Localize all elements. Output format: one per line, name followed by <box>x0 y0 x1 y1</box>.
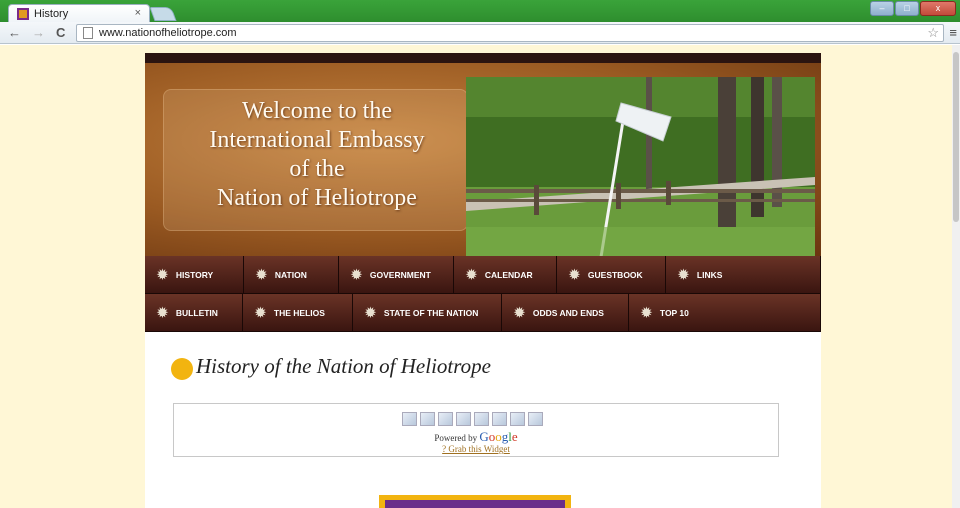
broken-image-icon[interactable] <box>420 412 435 426</box>
nav-item-calendar[interactable]: ✹ CALENDAR <box>454 256 557 294</box>
main-content: History of the Nation of Heliotrope Powe… <box>145 332 821 508</box>
nav-label: GUESTBOOK <box>587 269 643 280</box>
nav-label: CALENDAR <box>484 269 533 280</box>
nav-label: LINKS <box>696 269 723 280</box>
maximize-button[interactable]: □ <box>895 1 919 16</box>
window-controls: – □ x <box>870 1 956 16</box>
nav-row-1: ✹ HISTORY ✹ NATION ✹ GOVERNMENT ✹ CALENDAR ✹… <box>145 256 821 294</box>
nav-label: BULLETIN <box>175 307 218 318</box>
flag-photo <box>466 77 815 265</box>
close-window-button[interactable]: x <box>920 1 956 16</box>
banner-line-2: International Embassy <box>209 127 425 153</box>
nav-item-odds-and-ends[interactable]: ✹ ODDS AND ENDS <box>502 294 629 332</box>
nav-item-history[interactable]: ✹ HISTORY <box>145 256 244 294</box>
back-arrow-icon[interactable]: ← <box>8 25 21 40</box>
google-letter: G <box>479 429 489 444</box>
broken-image-icon[interactable] <box>492 412 507 426</box>
powered-by-google: Powered by Google <box>174 429 778 445</box>
banner-title: Welcome to the International Embassy of … <box>167 97 467 213</box>
broken-image-icon[interactable] <box>510 412 525 426</box>
nav-label: ODDS AND ENDS <box>532 307 604 318</box>
starburst-icon: ✹ <box>569 267 580 282</box>
nav-label: STATE OF THE NATION <box>383 307 479 318</box>
banner-line-4: Nation of Heliotrope <box>217 185 417 211</box>
starburst-icon: ✹ <box>157 305 168 320</box>
banner-line-3: of the <box>289 156 345 182</box>
broken-image-icon[interactable] <box>402 412 417 426</box>
nav-item-the-helios[interactable]: ✹ THE HELIOS <box>243 294 353 332</box>
nav-label: GOVERNMENT <box>369 269 431 280</box>
starburst-icon: ✹ <box>678 267 689 282</box>
nav-label: THE HELIOS <box>273 307 325 318</box>
starburst-icon: ✹ <box>514 305 525 320</box>
address-bar[interactable]: www.nationofheliotrope.com ☆ <box>76 24 944 42</box>
broken-image-icon[interactable] <box>474 412 489 426</box>
bottom-feature-box <box>379 495 571 508</box>
nav-item-government[interactable]: ✹ GOVERNMENT <box>339 256 454 294</box>
nav-label: HISTORY <box>175 269 214 280</box>
nav-item-nation[interactable]: ✹ NATION <box>244 256 339 294</box>
nav-label: NATION <box>274 269 307 280</box>
tab-title: History <box>34 8 69 20</box>
nav-item-top-10[interactable]: ✹ TOP 10 <box>629 294 821 332</box>
broken-image-icon[interactable] <box>528 412 543 426</box>
starburst-icon: ✹ <box>256 267 267 282</box>
powered-by-label: Powered by <box>434 433 478 443</box>
starburst-icon: ✹ <box>365 305 376 320</box>
reload-icon[interactable]: C <box>56 25 65 40</box>
browser-toolbar: ← → C www.nationofheliotrope.com ☆ <box>0 22 960 44</box>
nav-item-links[interactable]: ✹ LINKS <box>666 256 821 294</box>
google-logo: Google <box>479 429 517 444</box>
google-letter: e <box>511 429 518 444</box>
nav-row-2: ✹ BULLETIN ✹ THE HELIOS ✹ STATE OF THE NATI… <box>145 294 821 332</box>
nav-item-state-of-the-nation[interactable]: ✹ STATE OF THE NATION <box>353 294 502 332</box>
sun-bullet-icon <box>171 358 193 380</box>
site-container: Welcome to the International Embassy of … <box>145 53 821 508</box>
minimize-button[interactable]: – <box>870 1 894 16</box>
starburst-icon: ✹ <box>466 267 477 282</box>
browser-menu-icon[interactable]: ≡ <box>949 25 957 40</box>
starburst-icon: ✹ <box>641 305 652 320</box>
nav-label: TOP 10 <box>659 307 689 318</box>
language-flags <box>402 412 543 426</box>
starburst-icon: ✹ <box>351 267 362 282</box>
page-icon <box>83 27 93 39</box>
grab-widget-line: ? Grab this Widget <box>174 444 778 454</box>
window-titlebar: History × – □ x <box>0 0 960 24</box>
banner-line-1: Welcome to the <box>241 98 392 124</box>
bookmark-star-icon[interactable]: ☆ <box>927 25 939 41</box>
broken-image-icon[interactable] <box>438 412 453 426</box>
header-banner: Welcome to the International Embassy of … <box>145 63 821 265</box>
forward-arrow-icon[interactable]: → <box>32 25 45 40</box>
broken-image-icon[interactable] <box>456 412 471 426</box>
main-navigation: ✹ HISTORY ✹ NATION ✹ GOVERNMENT ✹ CALENDAR ✹… <box>145 256 821 332</box>
tab-history[interactable]: History × <box>8 4 150 24</box>
nav-item-guestbook[interactable]: ✹ GUESTBOOK <box>557 256 666 294</box>
top-strip <box>145 53 821 63</box>
nav-item-bulletin[interactable]: ✹ BULLETIN <box>145 294 243 332</box>
bottom-feature-inner <box>385 500 565 508</box>
page-title: History of the Nation of Heliotrope <box>196 354 491 378</box>
url-text[interactable]: www.nationofheliotrope.com <box>99 27 237 39</box>
starburst-icon: ✹ <box>157 267 168 282</box>
new-tab-button[interactable] <box>149 7 177 21</box>
starburst-icon: ✹ <box>255 305 266 320</box>
translate-widget: Powered by Google ? Grab this Widget <box>173 403 779 457</box>
grab-widget-link[interactable]: ? Grab this Widget <box>442 444 510 454</box>
site-favicon-icon <box>17 8 29 20</box>
tab-close-icon[interactable]: × <box>135 7 141 19</box>
scrollbar-thumb[interactable] <box>953 52 959 222</box>
